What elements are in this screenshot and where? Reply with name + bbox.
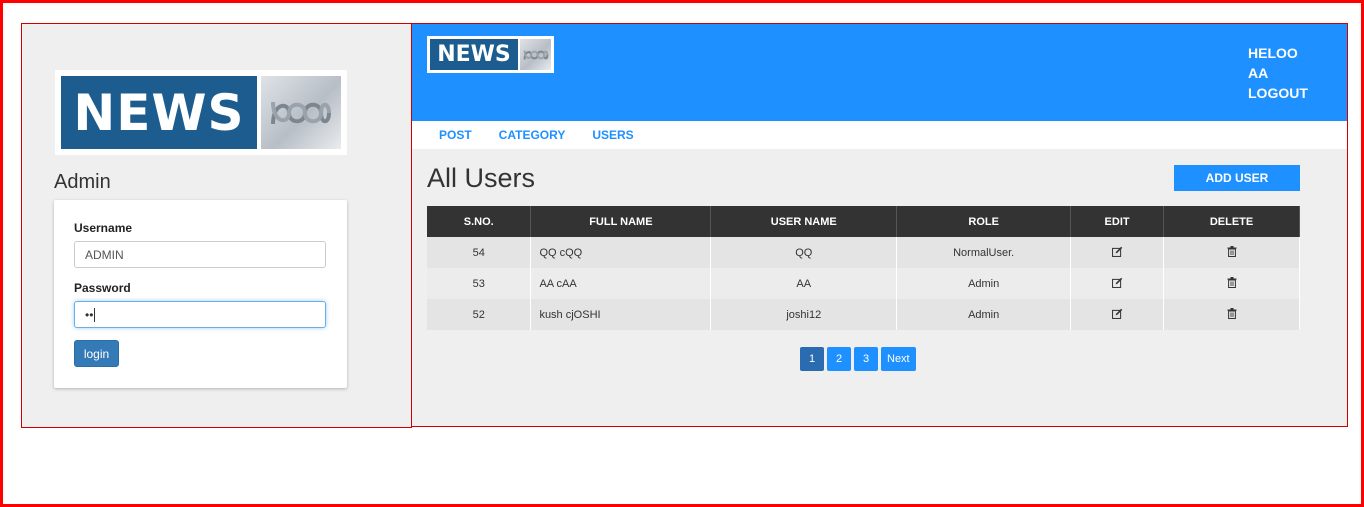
- table-row: 53 AA cAA AA Admin: [427, 268, 1300, 299]
- trash-icon[interactable]: [1227, 276, 1237, 291]
- trash-icon[interactable]: [1227, 307, 1237, 322]
- cell-delete: [1163, 299, 1300, 330]
- cell-full-name: AA cAA: [530, 268, 712, 299]
- nav-item-category[interactable]: CATEGORY: [499, 128, 566, 142]
- cell-role: Admin: [896, 268, 1072, 299]
- password-input[interactable]: ••: [74, 301, 326, 328]
- cell-edit: [1070, 237, 1165, 268]
- admin-panel: NEWS HELOO AA LOGOUT POST CATEGORY USERS…: [411, 23, 1348, 427]
- users-table: S.NO. FULL NAME USER NAME ROLE EDIT DELE…: [427, 206, 1300, 330]
- column-header: DELETE: [1163, 206, 1300, 237]
- page-title: All Users: [427, 163, 536, 193]
- text-caret: [94, 307, 96, 322]
- cell-role: NormalUser.: [896, 237, 1072, 268]
- header-bar: NEWS HELOO AA LOGOUT: [412, 24, 1347, 121]
- page-button-1[interactable]: 1: [800, 347, 824, 371]
- login-form: Username ADMIN Password •• login: [54, 200, 347, 388]
- cell-full-name: kush cjOSHI: [530, 299, 712, 330]
- column-header: USER NAME: [710, 206, 898, 237]
- nav-item-post[interactable]: POST: [439, 128, 472, 142]
- cell-user-name: AA: [710, 268, 898, 299]
- user-menu: HELOO AA LOGOUT: [1248, 43, 1308, 103]
- edit-icon[interactable]: [1111, 277, 1123, 291]
- page-button-3[interactable]: 3: [854, 347, 878, 371]
- current-username: AA: [1248, 65, 1269, 81]
- next-page-button[interactable]: Next: [881, 347, 916, 371]
- cell-delete: [1163, 268, 1300, 299]
- abc-logo-icon: [520, 39, 551, 70]
- cell-sno: 54: [427, 237, 532, 268]
- table-row: 52 kush cjOSHI joshi12 Admin: [427, 299, 1300, 330]
- add-user-button[interactable]: ADD USER: [1174, 165, 1300, 191]
- cell-sno: 52: [427, 299, 532, 330]
- logout-link[interactable]: LOGOUT: [1248, 83, 1308, 103]
- column-header: EDIT: [1070, 206, 1165, 237]
- page-button-2[interactable]: 2: [827, 347, 851, 371]
- edit-icon[interactable]: [1111, 308, 1123, 322]
- edit-icon[interactable]: [1111, 246, 1123, 260]
- username-label: Username: [74, 221, 133, 235]
- pagination: 1 2 3 Next: [800, 347, 919, 371]
- table-header-row: S.NO. FULL NAME USER NAME ROLE EDIT DELE…: [427, 206, 1300, 237]
- greeting-text: HELOO: [1248, 45, 1298, 61]
- header-logo-text: NEWS: [430, 39, 518, 70]
- column-header: S.NO.: [427, 206, 532, 237]
- password-value: ••: [85, 307, 94, 322]
- header-logo[interactable]: NEWS: [427, 36, 554, 73]
- cell-full-name: QQ cQQ: [530, 237, 712, 268]
- table-row: 54 QQ cQQ QQ NormalUser.: [427, 237, 1300, 268]
- nav-bar: POST CATEGORY USERS: [412, 121, 1347, 149]
- news-logo: NEWS: [55, 70, 347, 155]
- cell-role: Admin: [896, 299, 1072, 330]
- nav-item-users[interactable]: USERS: [592, 128, 633, 142]
- trash-icon[interactable]: [1227, 245, 1237, 260]
- cell-sno: 53: [427, 268, 532, 299]
- column-header: FULL NAME: [530, 206, 712, 237]
- username-input[interactable]: ADMIN: [74, 241, 326, 268]
- login-panel: NEWS Admin Username ADMIN Password •• lo…: [21, 23, 412, 428]
- cell-user-name: QQ: [710, 237, 898, 268]
- abc-logo-icon: [261, 76, 341, 149]
- username-value: ADMIN: [85, 247, 124, 262]
- cell-user-name: joshi12: [710, 299, 898, 330]
- column-header: ROLE: [896, 206, 1072, 237]
- cell-delete: [1163, 237, 1300, 268]
- news-logo-text: NEWS: [61, 76, 257, 149]
- cell-edit: [1070, 268, 1165, 299]
- login-button[interactable]: login: [74, 340, 119, 367]
- cell-edit: [1070, 299, 1165, 330]
- login-title: Admin: [54, 171, 111, 193]
- password-label: Password: [74, 281, 131, 295]
